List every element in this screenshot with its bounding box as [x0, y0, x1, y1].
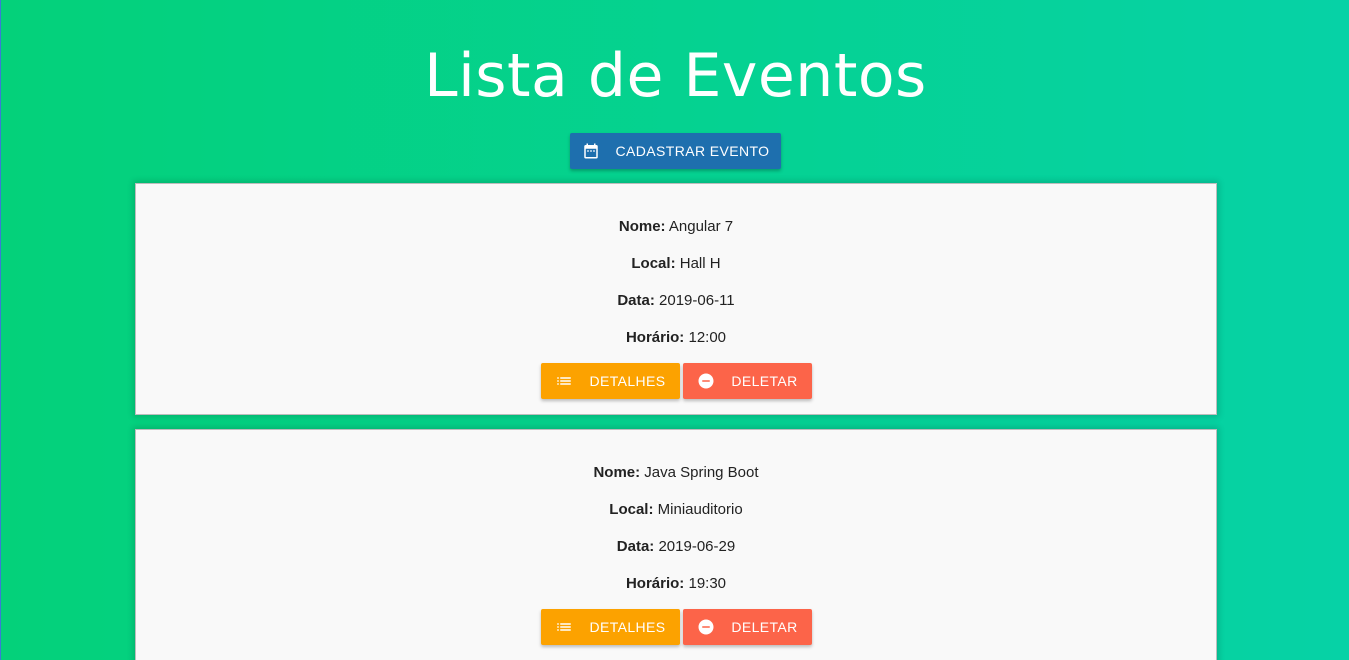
location-label: Local: — [609, 501, 654, 518]
time-label: Horário: — [625, 575, 685, 592]
details-label: DETALHES — [589, 619, 666, 635]
event-card: Nome: Angular 7 Local: Hall H Data: 2019… — [135, 183, 1217, 415]
time-value: 19:30 — [688, 575, 727, 592]
event-date: Data: 2019-06-11 — [136, 291, 1216, 311]
delete-label: DELETAR — [731, 619, 798, 635]
page-title: Lista de Eventos — [424, 41, 927, 111]
name-value: Java Spring Boot — [644, 464, 759, 481]
event-name: Nome: Java Spring Boot — [136, 463, 1216, 483]
date-label: Data: — [616, 538, 655, 555]
event-location: Local: Hall H — [136, 254, 1216, 274]
event-time: Horário: 12:00 — [136, 328, 1216, 348]
details-label: DETALHES — [589, 373, 666, 389]
date-value: 2019-06-11 — [659, 292, 735, 309]
name-label: Nome: — [593, 464, 641, 481]
create-event-label: CADASTRAR EVENTO — [615, 143, 770, 159]
delete-button[interactable]: DELETAR — [683, 609, 812, 645]
event-date: Data: 2019-06-29 — [136, 537, 1216, 557]
event-time: Horário: 19:30 — [136, 574, 1216, 594]
name-label: Nome: — [618, 218, 666, 235]
delete-button[interactable]: DELETAR — [683, 363, 812, 399]
time-label: Horário: — [625, 329, 685, 346]
calendar-icon — [582, 142, 600, 160]
name-value: Angular 7 — [668, 218, 734, 235]
list-icon — [555, 372, 573, 390]
date-label: Data: — [617, 292, 655, 309]
delete-label: DELETAR — [731, 373, 798, 389]
event-card: Nome: Java Spring Boot Local: Miniaudito… — [135, 429, 1217, 660]
date-value: 2019-06-29 — [658, 538, 736, 555]
location-label: Local: — [631, 255, 676, 272]
event-location: Local: Miniauditorio — [136, 500, 1216, 520]
remove-circle-icon — [697, 618, 715, 636]
time-value: 12:00 — [688, 329, 727, 346]
remove-circle-icon — [697, 372, 715, 390]
location-value: Hall H — [679, 255, 721, 272]
create-event-button[interactable]: CADASTRAR EVENTO — [570, 133, 781, 169]
location-value: Miniauditorio — [657, 501, 743, 518]
details-button[interactable]: DETALHES — [541, 609, 680, 645]
event-name: Nome: Angular 7 — [136, 217, 1216, 237]
list-icon — [555, 618, 573, 636]
details-button[interactable]: DETALHES — [541, 363, 680, 399]
